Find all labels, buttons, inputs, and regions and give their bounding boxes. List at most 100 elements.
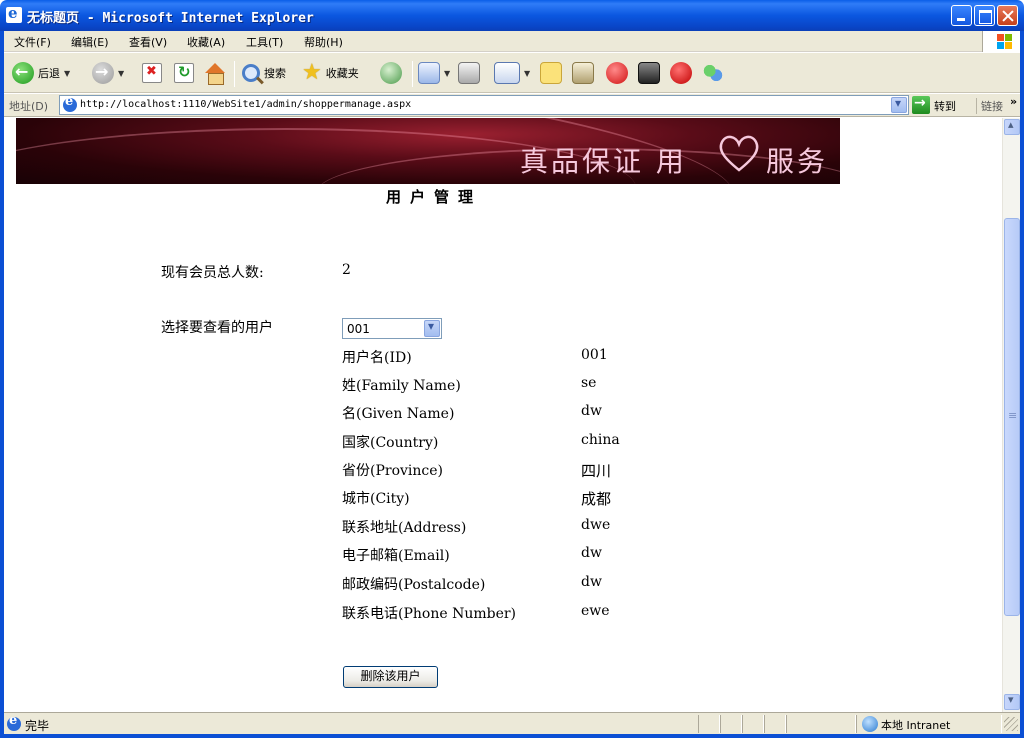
menu-tools[interactable]: 工具(T) xyxy=(246,34,283,50)
status-text: 完毕 xyxy=(25,719,50,733)
scroll-down-button[interactable] xyxy=(1004,693,1020,710)
close-button[interactable] xyxy=(997,5,1018,26)
favorites-button[interactable]: ★ 收藏夹 xyxy=(302,61,359,85)
links-label[interactable]: 链接 xyxy=(976,98,1003,114)
field-label: 用户名(ID) xyxy=(342,350,412,366)
back-arrow-icon xyxy=(12,62,34,84)
windows-logo-icon xyxy=(982,31,1020,52)
user-select-value: 001 xyxy=(347,322,370,336)
status-page-icon xyxy=(7,713,21,731)
address-input[interactable]: http://localhost:1110/WebSite1/admin/sho… xyxy=(59,94,909,115)
menu-file[interactable]: 文件(F) xyxy=(14,34,51,50)
field-value: dwe xyxy=(581,517,611,533)
scroll-thumb[interactable] xyxy=(1004,218,1020,616)
security-zone: 本地 Intranet xyxy=(881,719,951,732)
toolbar-addon-red-button[interactable] xyxy=(606,61,628,85)
forward-dropdown-icon[interactable]: ▼ xyxy=(118,69,124,78)
address-bar: 地址(D) http://localhost:1110/WebSite1/adm… xyxy=(4,94,1020,117)
forward-arrow-icon xyxy=(92,62,114,84)
stop-button[interactable] xyxy=(142,61,162,85)
favorites-label: 收藏夹 xyxy=(325,67,359,80)
search-icon xyxy=(242,64,260,82)
status-pane xyxy=(698,715,720,733)
field-value: china xyxy=(581,432,620,448)
menu-help[interactable]: 帮助(H) xyxy=(304,34,343,50)
field-value: 成都 xyxy=(581,490,612,508)
user-select-dropdown-button[interactable] xyxy=(424,319,440,337)
research-icon xyxy=(572,62,594,84)
resize-grip[interactable] xyxy=(1004,717,1018,731)
page-title: 用户管理 xyxy=(385,188,482,206)
go-button[interactable]: 转到 xyxy=(934,98,956,114)
field-label: 邮政编码(Postalcode) xyxy=(342,577,486,593)
field-value: 001 xyxy=(581,347,608,363)
red-badge-icon xyxy=(606,62,628,84)
print-button[interactable] xyxy=(458,61,480,85)
banner-slogan-part1: 真品保证 用 xyxy=(520,145,687,178)
delete-user-button[interactable]: 删除该用户 xyxy=(343,666,438,688)
field-label: 名(Given Name) xyxy=(342,406,455,422)
menu-favorites[interactable]: 收藏(A) xyxy=(187,34,225,50)
search-label: 搜索 xyxy=(264,67,286,80)
status-pane xyxy=(742,715,764,733)
field-value: dw xyxy=(581,403,602,419)
mail-dropdown-icon[interactable]: ▼ xyxy=(444,69,450,78)
banner-image: 真品保证 用 服务 xyxy=(16,118,840,184)
field-label: 电子邮箱(Email) xyxy=(342,548,450,564)
search-button[interactable]: 搜索 xyxy=(242,61,286,85)
maximize-button[interactable] xyxy=(974,5,995,26)
window-frame-bottom xyxy=(0,734,1024,738)
field-value: dw xyxy=(581,574,602,590)
heart-icon xyxy=(719,135,759,172)
history-button[interactable] xyxy=(380,61,402,85)
status-pane xyxy=(720,715,742,733)
forward-button[interactable]: ▼ xyxy=(92,61,124,85)
discuss-button[interactable] xyxy=(540,61,562,85)
home-icon xyxy=(204,63,226,85)
page-content: 真品保证 用 服务 用户管理 现有会员总人数: 2 选择要查看的用户 001 用… xyxy=(4,118,1002,712)
edit-button[interactable]: ▼ xyxy=(494,61,530,85)
refresh-icon xyxy=(174,63,194,83)
home-button[interactable] xyxy=(204,61,226,85)
window-titlebar[interactable]: 无标题页 - Microsoft Internet Explorer xyxy=(0,0,1024,31)
up-down-icon xyxy=(670,62,692,84)
user-select[interactable]: 001 xyxy=(342,318,442,339)
scroll-up-button[interactable] xyxy=(1004,118,1020,135)
status-bar: 完毕 本地 Intranet xyxy=(4,712,1020,734)
back-button[interactable]: 后退 ▼ xyxy=(12,61,70,85)
field-value: ewe xyxy=(581,603,610,619)
address-url[interactable]: http://localhost:1110/WebSite1/admin/sho… xyxy=(80,99,411,110)
field-label: 城市(City) xyxy=(342,491,410,507)
intranet-globe-icon xyxy=(862,716,878,732)
address-label: 地址(D) xyxy=(9,100,49,113)
messenger-icon xyxy=(702,62,724,84)
download-icon xyxy=(638,62,660,84)
toolbar-separator xyxy=(234,61,235,87)
menu-bar: 文件(F) 编辑(E) 查看(V) 收藏(A) 工具(T) 帮助(H) xyxy=(4,31,1020,52)
menu-view[interactable]: 查看(V) xyxy=(129,34,167,50)
refresh-button[interactable] xyxy=(174,61,194,85)
edit-page-icon xyxy=(494,62,520,84)
field-label: 姓(Family Name) xyxy=(342,378,461,394)
field-value: 四川 xyxy=(581,462,612,480)
go-arrow-icon[interactable] xyxy=(912,95,930,114)
menu-edit[interactable]: 编辑(E) xyxy=(71,34,109,50)
history-icon xyxy=(380,62,402,84)
minimize-button[interactable] xyxy=(951,5,972,26)
research-button[interactable] xyxy=(572,61,594,85)
select-user-label: 选择要查看的用户 xyxy=(161,320,273,336)
links-more-chevron[interactable]: » xyxy=(1010,95,1017,108)
edit-dropdown-icon[interactable]: ▼ xyxy=(524,69,530,78)
field-label: 联系地址(Address) xyxy=(342,520,467,536)
member-count-value: 2 xyxy=(342,262,351,278)
back-dropdown-icon[interactable]: ▼ xyxy=(64,69,70,78)
toolbar-addon-dark-button[interactable] xyxy=(638,61,660,85)
mail-button[interactable]: ▼ xyxy=(418,61,450,85)
messenger-button[interactable] xyxy=(702,61,724,85)
member-count-label: 现有会员总人数: xyxy=(161,265,264,281)
note-icon xyxy=(540,62,562,84)
toolbar-addon-updown-button[interactable] xyxy=(670,61,692,85)
vertical-scrollbar[interactable] xyxy=(1002,118,1020,712)
address-dropdown-button[interactable] xyxy=(891,96,907,113)
field-value: dw xyxy=(581,545,602,561)
